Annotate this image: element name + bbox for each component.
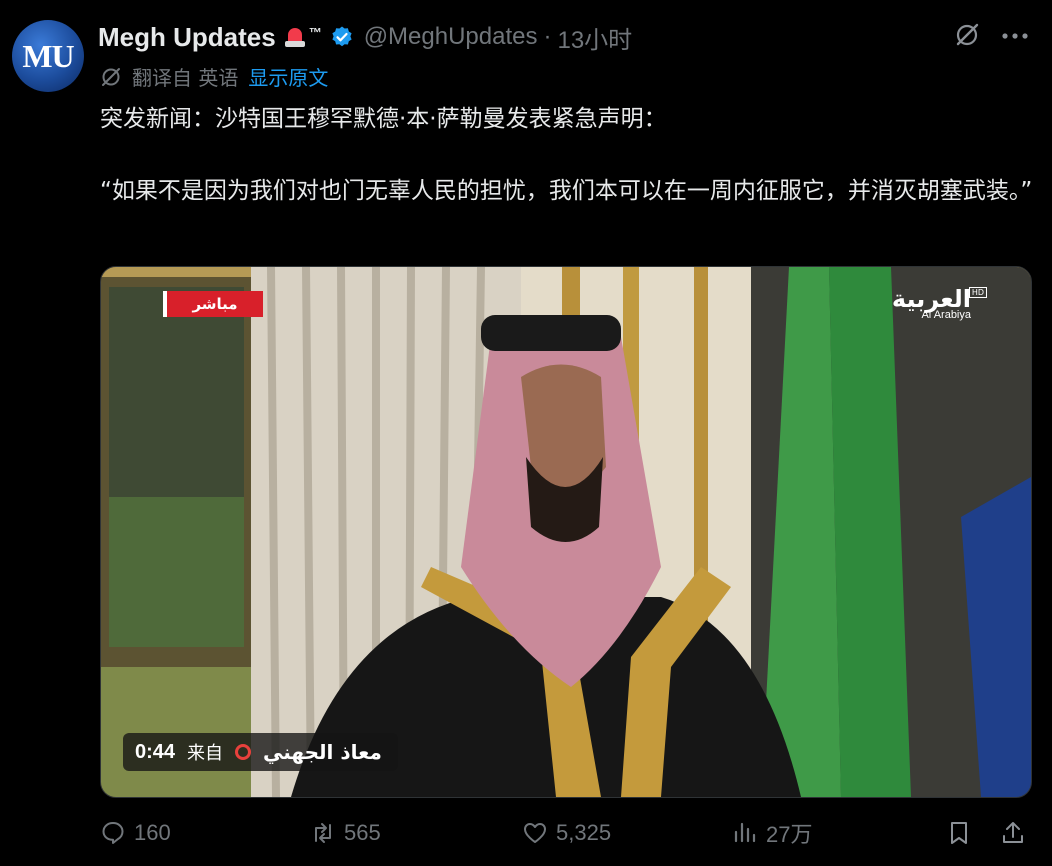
translate-icon bbox=[102, 67, 120, 86]
tweet-quote: “如果不是因为我们对也门无辜人民的担忧，我们本可以在一周内征服它，并消灭胡塞武装… bbox=[100, 178, 1033, 204]
video-info-bar: 0:44 来自 معاذ الجهني bbox=[123, 733, 398, 771]
share-button[interactable] bbox=[1000, 814, 1026, 852]
live-badge: مباشر bbox=[163, 291, 263, 317]
grok-icon[interactable] bbox=[954, 22, 980, 48]
like-button[interactable]: 5,325 bbox=[522, 814, 611, 852]
like-count: 5,325 bbox=[556, 820, 612, 845]
video-player[interactable]: مباشر العربية Al Arabiya HD 0:44 来自 معاذ… bbox=[100, 266, 1032, 798]
bookmark-icon bbox=[951, 822, 967, 844]
author-handle[interactable]: @MeghUpdates bbox=[364, 23, 538, 51]
show-original-link[interactable]: 显示原文 bbox=[248, 62, 328, 91]
reply-button[interactable]: 160 bbox=[100, 814, 171, 852]
repost-icon bbox=[315, 823, 331, 843]
reply-count: 160 bbox=[134, 820, 171, 845]
channel-hd-badge: HD bbox=[968, 287, 987, 298]
translated-from-label: 翻译自 英语 bbox=[132, 66, 239, 90]
author-name[interactable]: Megh Updates bbox=[98, 22, 276, 53]
tweet-text: 突发新闻：沙特国王穆罕默德·本·萨勒曼发表紧急声明： “如果不是因为我们对也门无… bbox=[100, 100, 1035, 210]
video-source-name[interactable]: معاذ الجهني bbox=[263, 740, 382, 764]
trademark-symbol: ™ bbox=[308, 24, 322, 40]
avatar[interactable]: MU bbox=[12, 20, 84, 92]
avatar-text: MU bbox=[22, 37, 74, 74]
translation-row: 翻译自 英语 显示原文 bbox=[100, 62, 328, 91]
source-icon bbox=[235, 744, 252, 760]
views-button[interactable]: 27万 bbox=[732, 814, 812, 852]
repost-button[interactable]: 565 bbox=[310, 814, 381, 852]
separator-dot: · bbox=[543, 23, 552, 50]
repost-count: 565 bbox=[344, 820, 381, 845]
channel-logo: العربية Al Arabiya HD bbox=[892, 285, 987, 321]
more-icon[interactable] bbox=[1000, 26, 1030, 46]
siren-emoji-icon bbox=[284, 26, 306, 48]
share-icon bbox=[1003, 822, 1023, 843]
action-bar: 160 565 5,325 27万 bbox=[100, 814, 1030, 852]
bookmark-button[interactable] bbox=[946, 814, 972, 852]
verified-badge-icon[interactable] bbox=[330, 25, 354, 49]
tweet-headline: 突发新闻：沙特国王穆罕默德·本·萨勒曼发表紧急声明： bbox=[100, 106, 667, 132]
heart-icon bbox=[524, 823, 546, 843]
video-from-label: 来自 bbox=[187, 743, 224, 764]
tweet-header: Megh Updates ™ @MeghUpdates · 13小时 bbox=[98, 20, 632, 54]
reply-icon bbox=[102, 822, 124, 844]
views-count: 27万 bbox=[766, 822, 813, 847]
video-duration: 0:44 bbox=[135, 740, 176, 763]
video-frame bbox=[101, 267, 1031, 797]
tweet-timestamp[interactable]: 13小时 bbox=[557, 20, 632, 55]
views-icon bbox=[734, 822, 756, 843]
